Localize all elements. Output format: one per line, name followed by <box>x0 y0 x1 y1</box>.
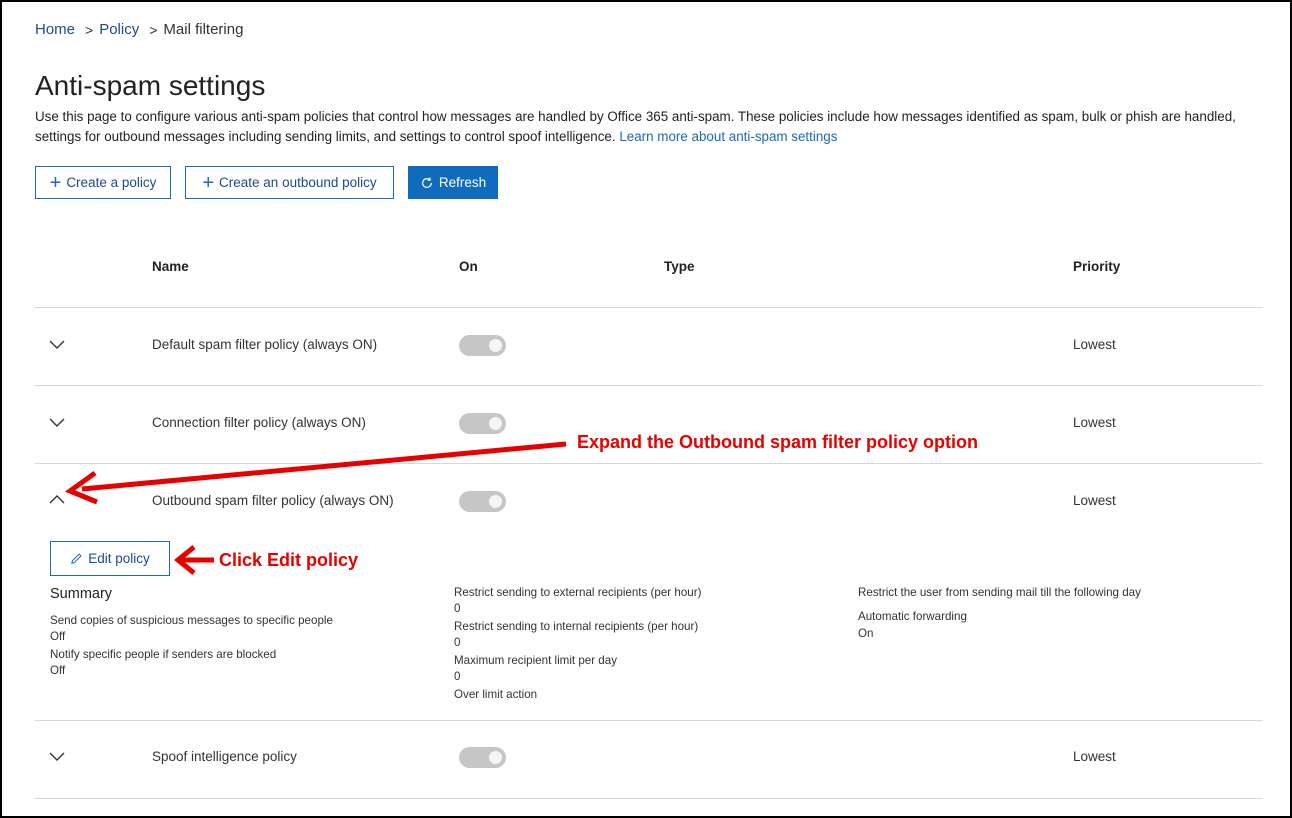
column-header-name[interactable]: Name <box>152 259 189 274</box>
refresh-button[interactable]: Refresh <box>408 166 498 199</box>
summary-label: Notify specific people if senders are bl… <box>50 648 277 661</box>
policy-toggle[interactable] <box>459 413 506 434</box>
summary-title: Summary <box>50 586 113 602</box>
policy-toggle[interactable] <box>459 491 506 512</box>
breadcrumb-current: Mail filtering <box>163 21 244 38</box>
chevron-down-icon[interactable] <box>48 751 66 763</box>
summary-value: 0 <box>454 670 461 683</box>
page-title: Anti-spam settings <box>35 70 266 101</box>
summary-value: 0 <box>454 636 461 649</box>
edit-policy-label: Edit policy <box>88 551 150 566</box>
policy-priority: Lowest <box>1073 337 1116 352</box>
summary-value: 0 <box>454 602 461 615</box>
breadcrumb-separator: > <box>149 21 158 38</box>
summary-label: Restrict the user from sending mail till… <box>858 586 1141 599</box>
summary-value: On <box>858 627 874 640</box>
row-divider <box>35 798 1263 799</box>
summary-value: Off <box>50 664 66 677</box>
row-divider <box>35 720 1263 721</box>
summary-value: Off <box>50 630 66 643</box>
summary-label: Send copies of suspicious messages to sp… <box>50 614 333 627</box>
chevron-down-icon[interactable] <box>48 339 66 351</box>
row-divider <box>35 385 1263 386</box>
policy-toggle[interactable] <box>459 747 506 768</box>
edit-policy-button[interactable]: Edit policy <box>50 541 170 576</box>
refresh-label: Refresh <box>438 175 487 190</box>
pencil-icon <box>71 553 82 564</box>
toggle-knob <box>489 751 502 764</box>
toggle-knob <box>489 339 502 352</box>
policy-priority: Lowest <box>1073 415 1116 430</box>
annotation-click-edit: Click Edit policy <box>219 550 359 570</box>
column-header-priority[interactable]: Priority <box>1073 259 1120 274</box>
column-header-on[interactable]: On <box>459 259 478 274</box>
row-divider <box>35 307 1263 308</box>
summary-label: Restrict sending to internal recipients … <box>454 620 699 633</box>
summary-label: Automatic forwarding <box>858 610 967 623</box>
chevron-down-icon[interactable] <box>48 417 66 429</box>
plus-icon: + <box>49 171 62 194</box>
annotation-expand: Expand the Outbound spam filter policy o… <box>577 432 979 452</box>
policy-toggle[interactable] <box>459 335 506 356</box>
breadcrumb-separator: > <box>85 21 94 38</box>
toggle-knob <box>489 495 502 508</box>
policy-name[interactable]: Outbound spam filter policy (always ON) <box>152 493 394 508</box>
policy-priority: Lowest <box>1073 749 1116 764</box>
create-policy-label: Create a policy <box>66 175 157 190</box>
chevron-up-icon[interactable] <box>48 493 66 505</box>
breadcrumb-home[interactable]: Home <box>35 21 75 38</box>
create-outbound-label: Create an outbound policy <box>219 175 377 190</box>
column-header-type[interactable]: Type <box>664 259 695 274</box>
policy-name[interactable]: Spoof intelligence policy <box>152 749 297 764</box>
summary-label: Maximum recipient limit per day <box>454 654 618 667</box>
plus-icon: + <box>202 171 215 194</box>
policy-name[interactable]: Default spam filter policy (always ON) <box>152 337 377 352</box>
policy-priority: Lowest <box>1073 493 1116 508</box>
refresh-icon <box>421 176 432 188</box>
breadcrumb: Home > Policy > Mail filtering <box>35 21 243 38</box>
row-divider <box>35 463 1263 464</box>
toggle-knob <box>489 417 502 430</box>
summary-label: Restrict sending to external recipients … <box>454 586 702 599</box>
policy-name[interactable]: Connection filter policy (always ON) <box>152 415 366 430</box>
create-outbound-policy-button[interactable]: + Create an outbound policy <box>185 166 394 199</box>
create-policy-button[interactable]: + Create a policy <box>35 166 171 199</box>
summary-label: Over limit action <box>454 688 538 701</box>
page-description: Use this page to configure various anti-… <box>35 107 1250 147</box>
learn-more-link[interactable]: Learn more about anti-spam settings <box>619 129 837 144</box>
breadcrumb-policy[interactable]: Policy <box>99 21 139 38</box>
